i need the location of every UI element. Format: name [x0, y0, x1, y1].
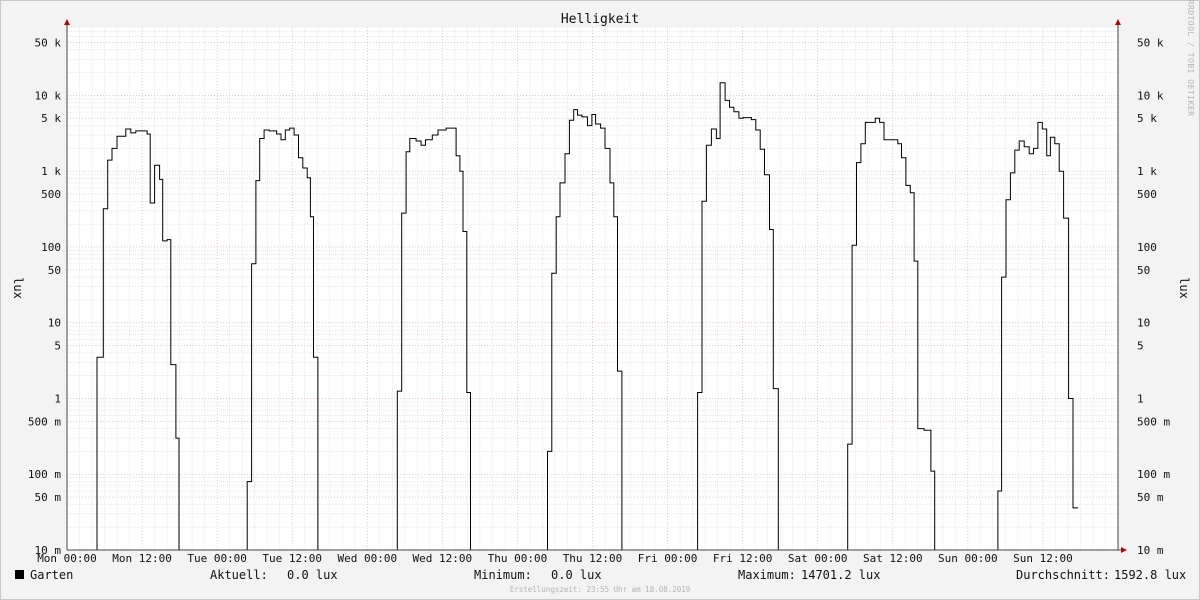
footer-timestamp: Erstellungszeit: 23:55 Uhr am 18.08.2019: [510, 585, 691, 594]
x-axis-arrow: [1121, 547, 1127, 553]
x-tick-label: Tue 00:00: [187, 552, 247, 565]
y-tick-label-left: 100 m: [28, 468, 61, 481]
y-axis-label-right: lux: [1177, 277, 1191, 299]
y-tick-label-right: 10: [1137, 317, 1150, 330]
y-tick-label-right: 100: [1137, 241, 1157, 254]
y-tick-label-left: 5: [54, 340, 61, 353]
y-tick-label-left: 100: [41, 241, 61, 254]
y-tick-label-left: 50 m: [35, 491, 62, 504]
y-tick-label-right: 100 m: [1137, 468, 1170, 481]
y-tick-label-right: 50: [1137, 264, 1150, 277]
y-tick-label-right: 10 m: [1137, 544, 1164, 557]
y-tick-label-left: 50: [48, 264, 61, 277]
y-tick-label-right: 1: [1137, 392, 1144, 405]
x-tick-label: Sun 00:00: [938, 552, 998, 565]
legend-minimum-label: Minimum:: [474, 568, 532, 582]
rrd-graph: 10 m 10 m50 m 50 m100 m 100 m500 m 500 m1 15 5…: [11, 0, 1195, 594]
rrdtool-credit: RRDTOOL / TOBI OETIKER: [1186, 0, 1195, 116]
x-tick-label: Sat 12:00: [863, 552, 923, 565]
y-tick-label-right: 5 k: [1137, 112, 1157, 125]
x-tick-label: Thu 12:00: [563, 552, 623, 565]
y-tick-label-right: 50 k: [1137, 36, 1164, 49]
x-tick-label: Mon 12:00: [112, 552, 172, 565]
y-axis-arrow-left: [64, 19, 70, 25]
x-tick-label: Sun 12:00: [1013, 552, 1073, 565]
y-tick-label-right: 500 m: [1137, 415, 1170, 428]
x-tick-label: Tue 12:00: [262, 552, 322, 565]
y-axis-arrow-right: [1115, 19, 1121, 25]
legend-avg-value: 1592.8 lux: [1114, 568, 1186, 582]
chart-title: Helligkeit: [561, 12, 639, 27]
y-tick-label-left: 50 k: [35, 36, 62, 49]
y-tick-label-left: 5 k: [41, 112, 61, 125]
x-tick-label: Mon 00:00: [37, 552, 97, 565]
legend-aktuell-label: Aktuell:: [210, 568, 268, 582]
y-tick-label-left: 10 k: [35, 89, 62, 102]
x-tick-label: Thu 00:00: [488, 552, 548, 565]
legend-minimum-value: 0.0 lux: [551, 568, 602, 582]
y-tick-label-right: 10 k: [1137, 89, 1164, 102]
y-tick-label-left: 1 k: [41, 165, 61, 178]
x-tick-label: Sat 00:00: [788, 552, 848, 565]
legend-name: Garten: [30, 568, 73, 582]
legend-maximum-label: Maximum:: [738, 568, 796, 582]
y-tick-label-right: 500: [1137, 188, 1157, 201]
y-tick-label-left: 500 m: [28, 415, 61, 428]
x-tick-label: Wed 00:00: [337, 552, 397, 565]
legend-aktuell-value: 0.0 lux: [287, 568, 338, 582]
y-axis-label-left: lux: [11, 277, 25, 299]
x-tick-label: Wed 12:00: [413, 552, 473, 565]
y-tick-label-right: 50 m: [1137, 491, 1164, 504]
y-tick-label-left: 500: [41, 188, 61, 201]
x-tick-label: Fri 12:00: [713, 552, 773, 565]
legend-avg-label: Durchschnitt:: [1016, 568, 1110, 582]
legend-swatch: [15, 570, 24, 579]
legend-maximum-value: 14701.2 lux: [801, 568, 880, 582]
x-tick-label: Fri 00:00: [638, 552, 698, 565]
y-tick-label-right: 5: [1137, 340, 1144, 353]
y-tick-label-left: 10: [48, 317, 61, 330]
y-tick-label-left: 1: [54, 392, 61, 405]
y-tick-label-right: 1 k: [1137, 165, 1157, 178]
